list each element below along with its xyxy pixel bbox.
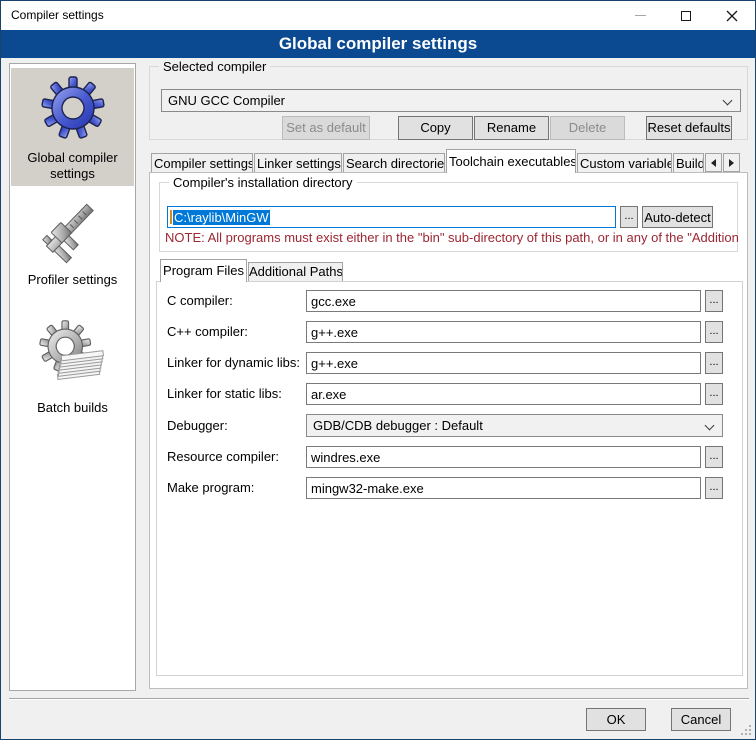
debugger-dropdown[interactable]: GDB/CDB debugger : Default [306,414,723,437]
footer-separator [9,698,749,700]
tab-toolchain-executables[interactable]: Toolchain executables [446,149,576,173]
close-icon [726,10,738,22]
titlebar[interactable]: Compiler settings [1,1,755,30]
reset-defaults-button[interactable]: Reset defaults [646,116,732,140]
cpp-compiler-browse-button[interactable]: ... [705,321,723,343]
tab-custom-variables[interactable]: Custom variables [577,153,672,173]
settings-category-list: Global compiler settings Profile [9,63,136,691]
subtab-program-files[interactable]: Program Files [160,259,247,282]
sidebar-item-global-compiler-settings[interactable]: Global compiler settings [11,68,134,186]
debugger-label: Debugger: [167,418,228,433]
subtab-additional-paths[interactable]: Additional Paths [248,262,343,281]
make-program-browse-button[interactable]: ... [705,477,723,499]
linker-static-browse-button[interactable]: ... [705,383,723,405]
bin-subdirectory-note: NOTE: All programs must exist either in … [165,230,739,245]
chevron-down-icon [705,421,715,431]
linker-dynamic-browse-button[interactable]: ... [705,352,723,374]
blue-gear-icon [41,76,105,140]
left-arrow-icon [711,159,716,167]
tab-scroll-left-button[interactable] [705,153,722,172]
tab-search-directories[interactable]: Search directories [343,153,445,173]
caliper-icon [37,192,109,268]
tab-scroll-right-button[interactable] [723,153,740,172]
resource-compiler-label: Resource compiler: [167,449,279,464]
window-title: Compiler settings [11,1,104,30]
cpp-compiler-label: C++ compiler: [167,324,248,339]
debugger-value: GDB/CDB debugger : Default [313,418,483,433]
tab-build-options-truncated[interactable]: Build [673,153,704,173]
resource-compiler-input[interactable] [306,446,701,468]
text-caret [170,210,172,224]
installation-directory-group-label: Compiler's installation directory [169,175,357,190]
linker-dynamic-label: Linker for dynamic libs: [167,355,300,370]
linker-dynamic-input[interactable] [306,352,701,374]
minimize-icon [635,15,646,16]
selected-compiler-group-label: Selected compiler [159,59,270,74]
delete-button[interactable]: Delete [550,116,625,140]
compiler-settings-window: Compiler settings Global compiler settin… [0,0,756,740]
sidebar-item-batch-builds[interactable]: Batch builds [11,308,134,424]
tab-compiler-settings[interactable]: Compiler settings [151,153,253,173]
dialog-header-text: Global compiler settings [279,34,477,53]
c-compiler-label: C compiler: [167,293,233,308]
selected-compiler-dropdown[interactable]: GNU GCC Compiler [161,89,741,112]
sidebar-item-label: Batch builds [11,400,134,416]
sidebar-item-profiler-settings[interactable]: Profiler settings [11,188,134,296]
auto-detect-button[interactable]: Auto-detect [642,206,713,228]
sidebar-item-label: Global compiler settings [11,150,134,182]
cpp-compiler-input[interactable] [306,321,701,343]
c-compiler-input[interactable] [306,290,701,312]
maximize-icon [681,11,691,21]
make-program-label: Make program: [167,480,254,495]
set-as-default-button[interactable]: Set as default [282,116,370,140]
ok-button[interactable]: OK [586,708,646,731]
c-compiler-browse-button[interactable]: ... [705,290,723,312]
installation-directory-browse-button[interactable]: ... [620,206,638,228]
cancel-button[interactable]: Cancel [671,708,731,731]
linker-static-label: Linker for static libs: [167,386,282,401]
right-arrow-icon [729,159,734,167]
installation-directory-value: C:\raylib\MinGW [173,210,270,225]
resource-compiler-browse-button[interactable]: ... [705,446,723,468]
installation-directory-input[interactable]: C:\raylib\MinGW [167,206,616,228]
gear-stack-icon [37,320,109,392]
copy-button[interactable]: Copy [398,116,473,140]
window-controls [617,1,755,30]
close-button[interactable] [709,1,755,30]
selected-compiler-value: GNU GCC Compiler [168,93,285,108]
tab-linker-settings[interactable]: Linker settings [254,153,342,173]
resize-grip[interactable] [741,725,752,736]
rename-button[interactable]: Rename [474,116,549,140]
make-program-input[interactable] [306,477,701,499]
chevron-down-icon [723,96,733,106]
sidebar-item-label: Profiler settings [11,272,134,288]
minimize-button[interactable] [617,1,663,30]
maximize-button[interactable] [663,1,709,30]
dialog-header: Global compiler settings [1,30,755,58]
linker-static-input[interactable] [306,383,701,405]
